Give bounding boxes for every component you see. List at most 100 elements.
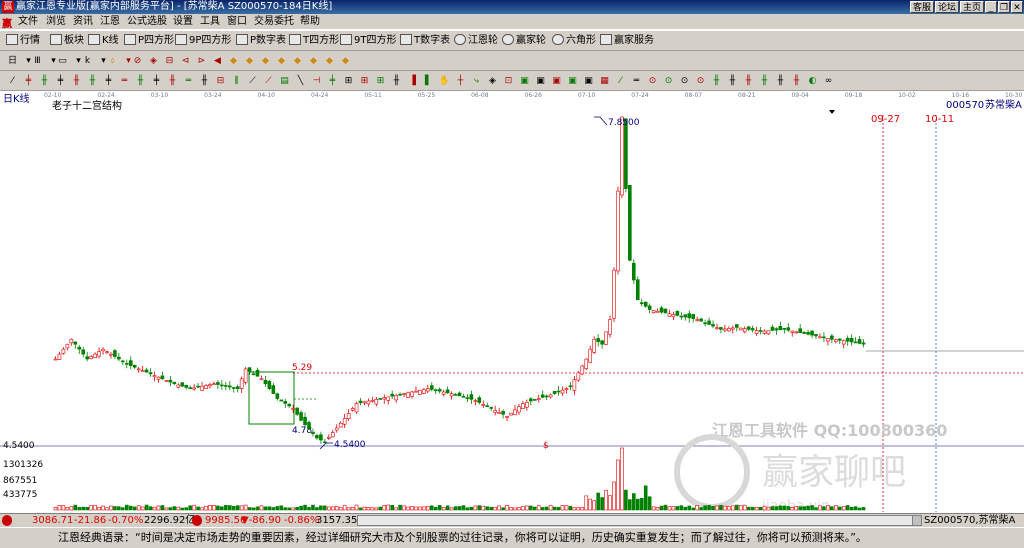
chart-tool-icon-4[interactable]: ▭ [56,55,69,67]
drawing-tool-icon-7[interactable]: ═ [118,75,131,87]
drawing-tool-icon-42[interactable]: ⊙ [678,75,691,87]
drawing-tool-icon-22[interactable]: ⊞ [358,75,371,87]
drawing-tool-icon-46[interactable]: ╫ [742,75,755,87]
winner-service-button[interactable]: 赢家服务 [600,34,654,48]
drawing-tool-icon-12[interactable]: ╫ [198,75,211,87]
drawing-tool-icon-36[interactable]: ▣ [582,75,595,87]
drawing-tool-icon-47[interactable]: ╫ [758,75,771,87]
drawing-tool-icon-0[interactable]: ⁄ [6,75,19,87]
dropdown-arrow-icon[interactable] [829,110,835,114]
chart-tool-icon-18[interactable]: ◆ [259,55,272,67]
drawing-tool-icon-11[interactable]: ═ [182,75,195,87]
hexagon-button[interactable]: 六角形 [552,34,596,48]
drawing-tool-icon-10[interactable]: ╫ [166,75,179,87]
drawing-tool-icon-41[interactable]: ⊙ [662,75,675,87]
drawing-tool-icon-17[interactable]: ▤ [278,75,291,87]
drawing-tool-icon-24[interactable]: ╫ [390,75,403,87]
menu-formula[interactable]: 公式选股 [127,15,167,29]
chart-tool-icon-19[interactable]: ◆ [275,55,288,67]
minimize-icon[interactable]: _ [985,1,997,13]
kline-chart[interactable]: 02-10 02-24 03-10 03-24 04-10 04-24 05-11 05-25… [0,91,1024,512]
chart-tool-icon-10[interactable]: ⊘ [131,55,144,67]
menu-tools[interactable]: 工具 [200,15,220,29]
drawing-tool-icon-18[interactable]: ╲ [294,75,307,87]
menu-browse[interactable]: 浏览 [46,15,66,29]
home-button[interactable]: 主页 [960,1,984,13]
menu-info[interactable]: 资讯 [73,15,93,29]
drawing-tool-icon-4[interactable]: ╫ [70,75,83,87]
chart-tool-icon-6[interactable]: k [81,55,94,67]
chart-tool-icon-20[interactable]: ◆ [291,55,304,67]
chart-canvas[interactable]: 02-10 02-24 03-10 03-24 04-10 04-24 05-11 05-25… [0,91,1024,512]
drawing-tool-icon-35[interactable]: ▣ [566,75,579,87]
chart-tool-icon-17[interactable]: ◆ [243,55,256,67]
chart-tool-icon-12[interactable]: ⊟ [163,55,176,67]
drawing-tool-icon-16[interactable]: ⟋ [262,75,275,87]
9p-square-button[interactable]: 9P四方形 [175,34,231,48]
scroll-right-button[interactable] [912,515,922,526]
drawing-tool-icon-37[interactable]: ▦ [598,75,611,87]
gann-wheel-button[interactable]: 江恩轮 [454,34,498,48]
drawing-tool-icon-14[interactable]: ⫼ [230,75,243,87]
chart-tool-icon-22[interactable]: ◆ [323,55,336,67]
restore-icon[interactable]: ❐ [998,1,1010,13]
chart-tool-icon-15[interactable]: ◀ [211,55,224,67]
close-icon[interactable]: ✕ [1011,1,1023,13]
chart-tool-icon-16[interactable]: ◆ [227,55,240,67]
drawing-tool-icon-26[interactable]: ▌ [422,75,435,87]
chart-tool-icon-8[interactable]: ⬨ [106,55,119,67]
p-square-button[interactable]: P四方形 [124,34,174,48]
drawing-tool-icon-44[interactable]: ╫ [710,75,723,87]
drawing-tool-icon-30[interactable]: ◈ [486,75,499,87]
drawing-tool-icon-32[interactable]: ▣ [518,75,531,87]
drawing-tool-icon-39[interactable]: ═ [630,75,643,87]
drawing-tool-icon-25[interactable]: ▐ [406,75,419,87]
forum-button[interactable]: 论坛 [935,1,959,13]
drawing-tool-icon-27[interactable]: ✋ [438,75,451,87]
t-square-button[interactable]: T四方形 [289,34,339,48]
drawing-tool-icon-19[interactable]: ⊣ [310,75,323,87]
drawing-tool-icon-6[interactable]: ╪ [102,75,115,87]
drawing-tool-icon-21[interactable]: ⊞ [342,75,355,87]
drawing-tool-icon-13[interactable]: ⊟ [214,75,227,87]
drawing-tool-icon-23[interactable]: ⊞ [374,75,387,87]
chart-tool-icon-21[interactable]: ◆ [307,55,320,67]
drawing-tool-icon-2[interactable]: ╫ [38,75,51,87]
customer-service-button[interactable]: 客服 [910,1,934,13]
drawing-tool-icon-15[interactable]: ⟋ [246,75,259,87]
drawing-tool-icon-5[interactable]: ╫ [86,75,99,87]
chart-tool-icon-14[interactable]: ⊳ [195,55,208,67]
drawing-tool-icon-34[interactable]: ▣ [550,75,563,87]
p-number-table-button[interactable]: P数字表 [236,34,286,48]
menu-window[interactable]: 窗口 [227,15,247,29]
sector-button[interactable]: 板块 [50,34,84,48]
drawing-tool-icon-38[interactable]: ⁄ [614,75,627,87]
chart-tool-icon-0[interactable]: 日 [6,55,19,67]
drawing-tool-icon-20[interactable]: ╪ [326,75,339,87]
chart-tool-icon-2[interactable]: Ⅲ [31,55,44,67]
drawing-tool-icon-9[interactable]: ╪ [150,75,163,87]
menu-help[interactable]: 帮助 [300,15,320,29]
horizontal-scrollbar[interactable] [357,515,913,526]
quotes-button[interactable]: 行情 [6,34,40,48]
drawing-tool-icon-40[interactable]: ⊙ [646,75,659,87]
kline-button[interactable]: K线 [88,34,119,48]
menu-trade[interactable]: 交易委托 [254,15,294,29]
index1-value[interactable]: 3086.71 [32,514,73,527]
drawing-tool-icon-29[interactable]: ⤷ [470,75,483,87]
chart-tool-icon-11[interactable]: ◈ [147,55,160,67]
drawing-tool-icon-3[interactable]: ╪ [54,75,67,87]
drawing-tool-icon-28[interactable]: ┼ [454,75,467,87]
winner-wheel-button[interactable]: 赢家轮 [502,34,546,48]
drawing-tool-icon-33[interactable]: ▣ [534,75,547,87]
t-number-table-button[interactable]: T数字表 [400,34,450,48]
menu-file[interactable]: 文件 [18,15,38,29]
drawing-tool-icon-45[interactable]: ╫ [726,75,739,87]
drawing-tool-icon-1[interactable]: ╪ [22,75,35,87]
chart-tool-icon-13[interactable]: ⊲ [179,55,192,67]
drawing-tool-icon-8[interactable]: ╫ [134,75,147,87]
drawing-tool-icon-51[interactable]: ∞ [822,75,835,87]
drawing-tool-icon-49[interactable]: ╫ [790,75,803,87]
drawing-tool-icon-31[interactable]: ⊡ [502,75,515,87]
menu-settings[interactable]: 设置 [173,15,193,29]
